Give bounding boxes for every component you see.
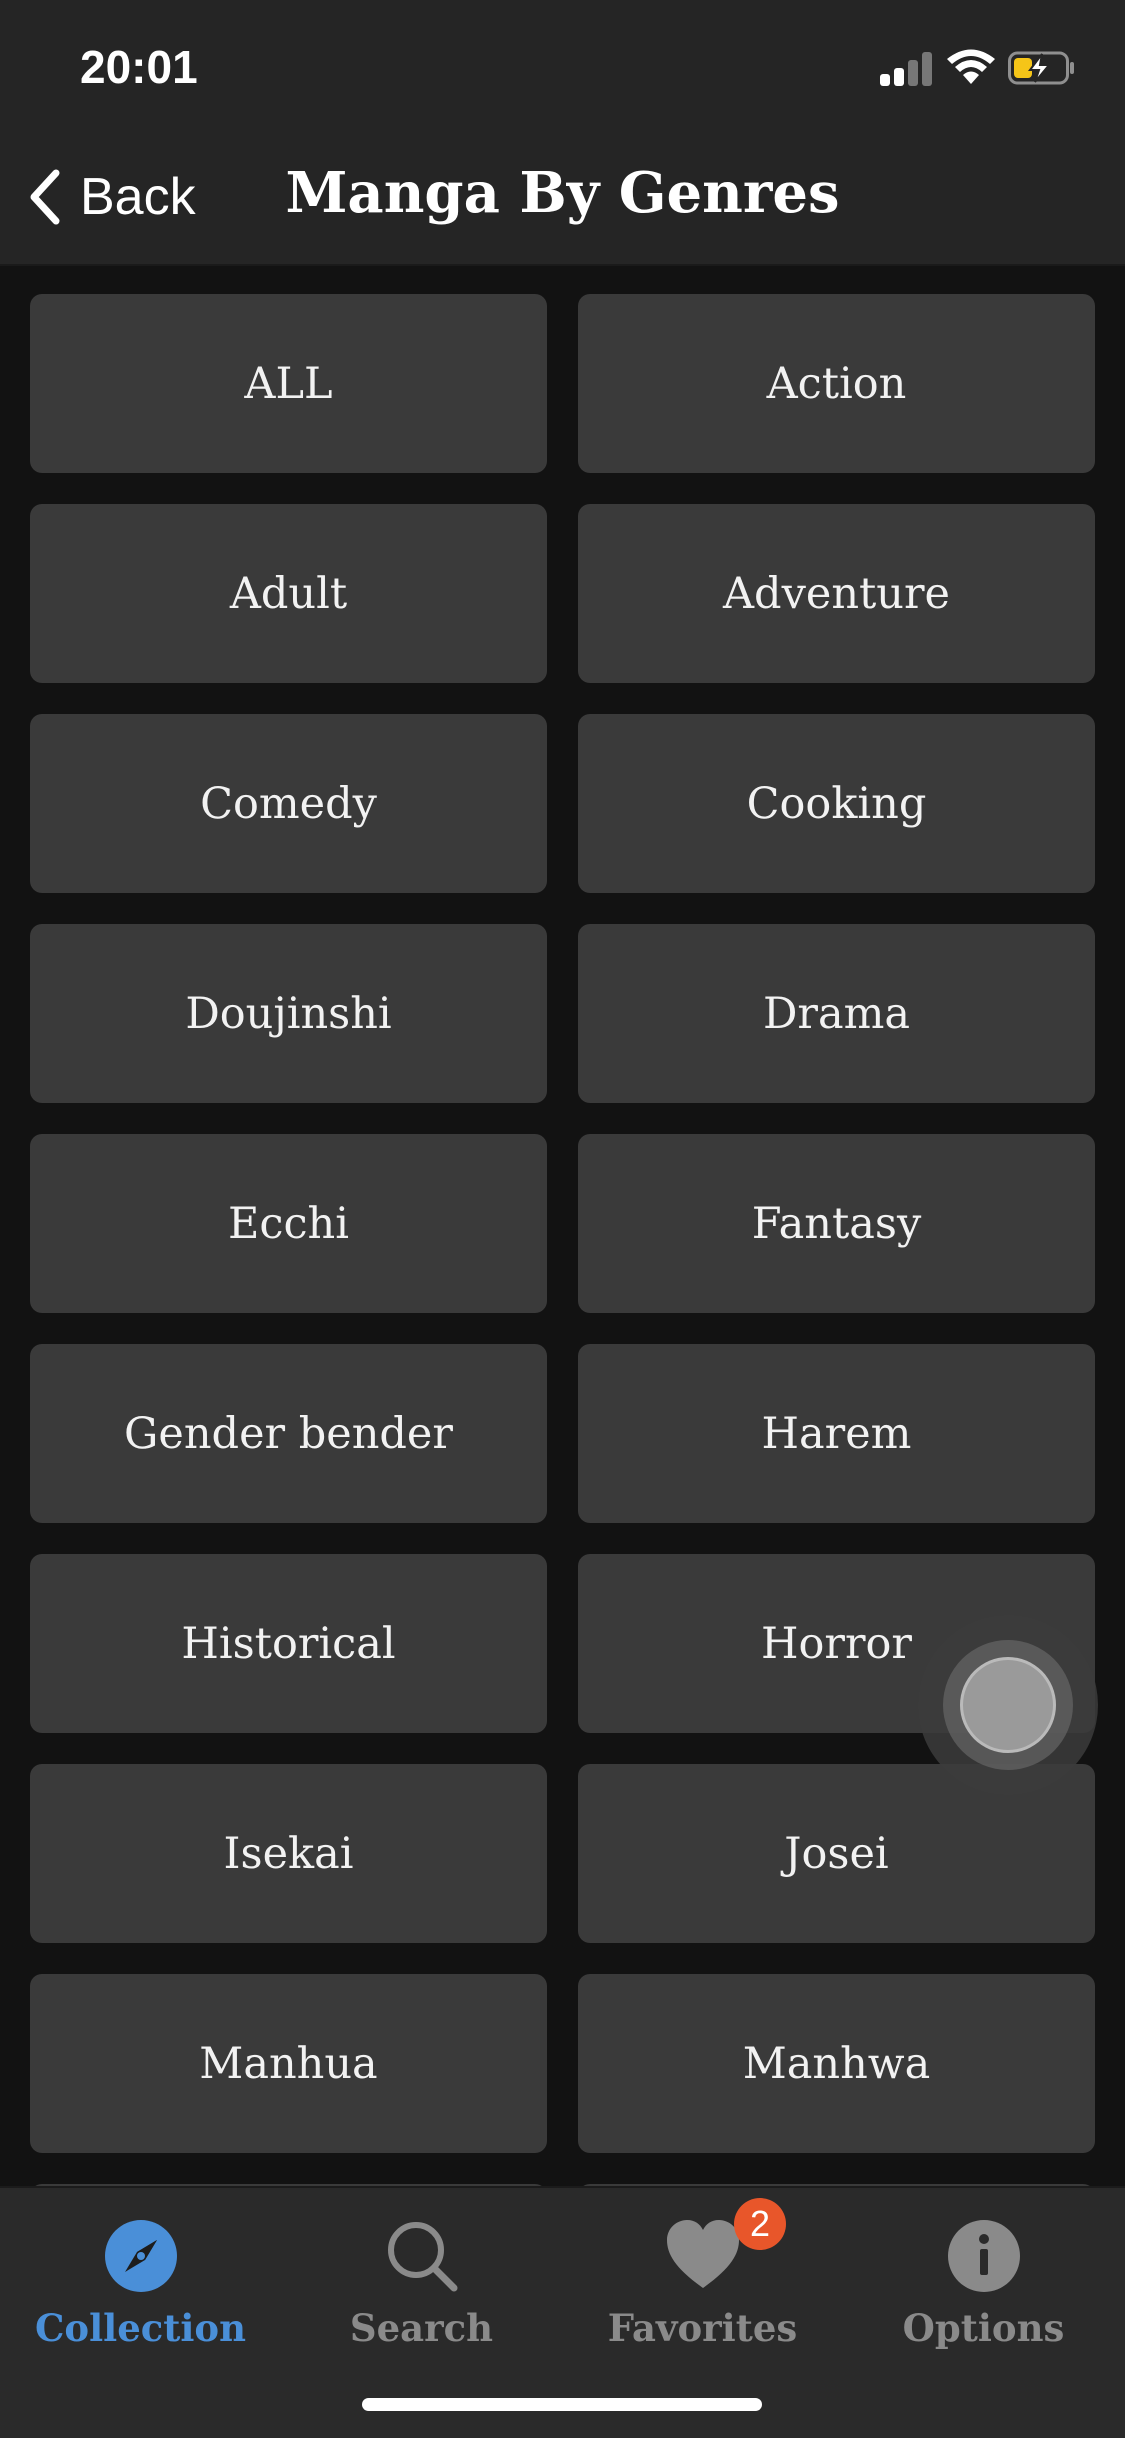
tab-favorites[interactable]: Favorites: [562, 2202, 843, 2352]
status-bar: 20:01: [0, 0, 1125, 132]
tab-collection[interactable]: Collection: [0, 2202, 281, 2352]
heart-icon: [666, 2220, 739, 2288]
assistive-touch-button[interactable]: [918, 1615, 1098, 1795]
home-indicator[interactable]: [362, 2398, 762, 2411]
wifi-icon: [947, 49, 995, 84]
status-time: 20:01: [80, 41, 198, 93]
battery-charging-icon: [1008, 51, 1074, 85]
favorites-badge: 2: [734, 2198, 786, 2250]
genre-button[interactable]: Cooking: [578, 714, 1095, 893]
genre-button[interactable]: Harem: [578, 1344, 1095, 1523]
genre-button[interactable]: Isekai: [30, 1764, 547, 1943]
genre-button[interactable]: Adventure: [578, 504, 1095, 683]
genre-button[interactable]: Drama: [578, 924, 1095, 1103]
tab-label: Favorites: [607, 2306, 798, 2350]
cellular-signal-icon: [880, 52, 936, 86]
genre-button[interactable]: ALL: [30, 294, 547, 473]
tab-search[interactable]: Search: [281, 2202, 562, 2352]
genre-button[interactable]: Historical: [30, 1554, 547, 1733]
search-icon: [387, 2222, 457, 2292]
navigation-bar: Back Manga By Genres: [0, 132, 1125, 266]
page-title: Manga By Genres: [285, 160, 840, 226]
genre-button[interactable]: Gender bender: [30, 1344, 547, 1523]
genre-button[interactable]: Adult: [30, 504, 547, 683]
tab-label: Collection: [34, 2306, 247, 2350]
genre-button[interactable]: Ecchi: [30, 1134, 547, 1313]
genre-button[interactable]: Doujinshi: [30, 924, 547, 1103]
tab-label: Options: [902, 2306, 1065, 2350]
genre-button[interactable]: Fantasy: [578, 1134, 1095, 1313]
genre-grid: ALL Action Adult Adventure Comedy Cookin…: [30, 294, 1095, 2153]
tab-label: Search: [349, 2306, 494, 2350]
compass-icon: [104, 2220, 177, 2292]
genre-button[interactable]: Manhua: [30, 1974, 547, 2153]
genre-button[interactable]: Comedy: [30, 714, 547, 893]
tab-options[interactable]: Options: [843, 2202, 1124, 2352]
info-icon: [947, 2220, 1020, 2292]
genre-button[interactable]: Manhwa: [578, 1974, 1095, 2153]
genre-button[interactable]: Action: [578, 294, 1095, 473]
